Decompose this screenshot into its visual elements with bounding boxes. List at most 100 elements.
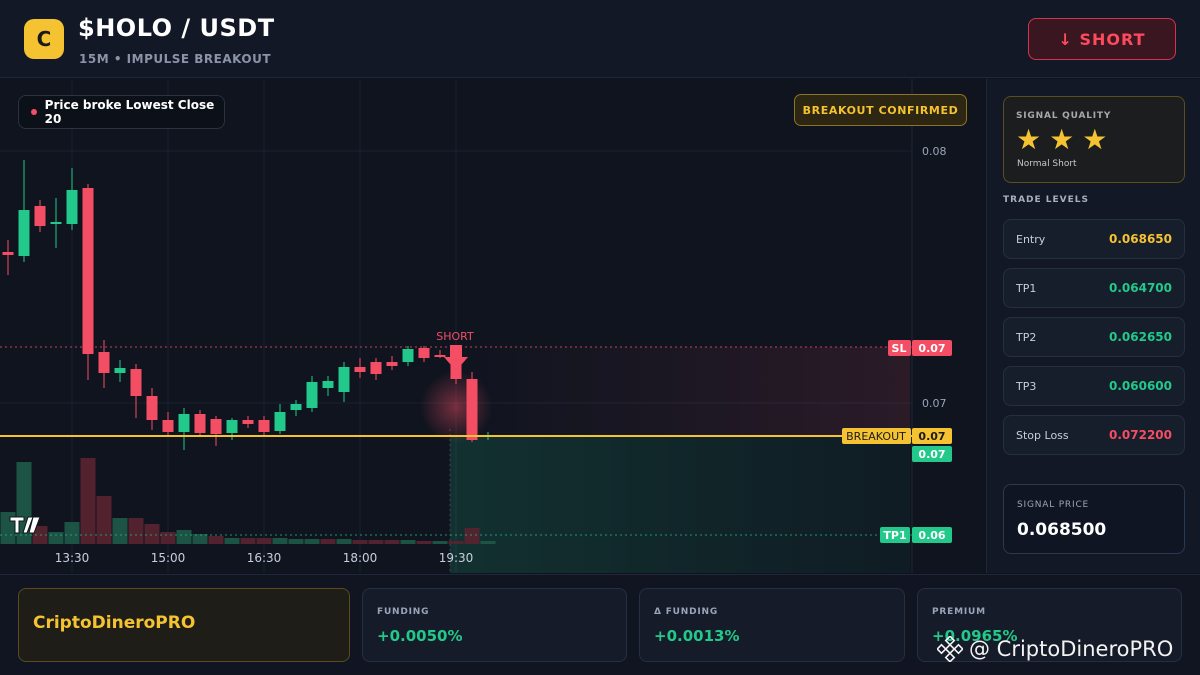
candle-body <box>98 352 110 373</box>
volume-bar <box>400 540 416 544</box>
candle-body <box>402 349 414 362</box>
alert-dot-icon <box>31 109 37 115</box>
pair-title: $HOLO / USDT <box>78 14 275 42</box>
volume-bars <box>0 458 496 544</box>
volume-bar <box>80 458 96 544</box>
level-name: TP2 <box>1016 331 1037 344</box>
volume-bar <box>96 496 112 544</box>
candles <box>2 160 494 450</box>
quality-stars: ★ ★ ★ <box>1016 124 1107 156</box>
volume-bar <box>64 522 80 544</box>
volume-bar <box>48 532 64 544</box>
chart-canvas[interactable]: SHORT 0.08 0.07 13:30 15:00 16:30 18:00 19:3… <box>0 79 985 573</box>
volume-bar <box>384 540 400 544</box>
delta-funding-card: Δ FUNDING +0.0013% <box>639 588 905 662</box>
candle-body <box>50 222 62 224</box>
candle-body <box>194 414 206 433</box>
x-tick-label: 18:00 <box>343 551 378 565</box>
svg-text:0.07: 0.07 <box>918 448 945 461</box>
candle-body <box>434 355 446 357</box>
x-tick-label: 15:00 <box>151 551 186 565</box>
short-button[interactable]: ↓ SHORT <box>1028 18 1176 60</box>
level-tp3: TP3 0.060600 <box>1003 366 1185 406</box>
candle-body <box>274 412 286 431</box>
quality-note: Normal Short <box>1017 159 1077 169</box>
x-tick-label: 13:30 <box>55 551 90 565</box>
short-marker-label: SHORT <box>436 330 474 343</box>
metric-value: +0.0050% <box>377 627 463 645</box>
volume-bar <box>288 539 304 544</box>
volume-bar <box>304 539 320 544</box>
star-icon: ★ <box>1049 123 1075 156</box>
coin-logo: C <box>24 19 64 59</box>
level-value: 0.060600 <box>1108 379 1172 393</box>
metric-label: FUNDING <box>377 607 430 617</box>
candle-body <box>130 369 142 396</box>
candle-body <box>34 206 46 226</box>
volume-bar <box>352 540 368 544</box>
volume-bar <box>272 538 288 544</box>
svg-text:0.07: 0.07 <box>918 342 945 355</box>
candle-body <box>210 419 222 434</box>
y-tick-label: 0.07 <box>922 397 947 410</box>
level-value: 0.064700 <box>1108 281 1172 295</box>
metric-value: +0.0013% <box>654 627 740 645</box>
candle-body <box>162 420 174 432</box>
sl-tag: SL 0.07 <box>888 340 952 356</box>
level-tp1: TP1 0.064700 <box>1003 268 1185 308</box>
volume-bar <box>128 518 144 544</box>
signal-price-value: 0.068500 <box>1017 520 1107 540</box>
breakout-tag: BREAKOUT 0.07 <box>842 428 952 444</box>
volume-bar <box>144 524 160 544</box>
star-icon: ★ <box>1016 123 1042 156</box>
breakout-notice: Price broke Lowest Close 20 <box>18 95 225 129</box>
volume-bar <box>320 539 336 544</box>
trade-levels-title: TRADE LEVELS <box>1003 195 1089 205</box>
volume-bar <box>112 518 128 544</box>
brand-card: CriptoDineroPRO <box>18 588 350 662</box>
level-value: 0.068650 <box>1108 232 1172 246</box>
volume-bar <box>208 536 224 544</box>
candle-body <box>418 348 430 358</box>
signal-price-card: SIGNAL PRICE 0.068500 <box>1003 484 1185 554</box>
x-tick-label: 16:30 <box>247 551 282 565</box>
volume-bar <box>368 540 384 544</box>
level-name: TP1 <box>1016 282 1037 295</box>
x-tick-label: 19:30 <box>439 551 474 565</box>
signal-quality-label: SIGNAL QUALITY <box>1016 111 1112 121</box>
timeframe-subtitle: 15M • IMPULSE BREAKOUT <box>79 52 272 66</box>
funding-card: FUNDING +0.0050% <box>362 588 627 662</box>
brand-name: CriptoDineroPRO <box>33 613 196 633</box>
volume-bar <box>432 541 448 544</box>
level-value: 0.062650 <box>1108 330 1172 344</box>
level-stop-loss: Stop Loss 0.072200 <box>1003 415 1185 455</box>
svg-text:SL: SL <box>892 342 907 355</box>
candle-body <box>114 368 126 373</box>
candle-body <box>226 420 238 433</box>
level-name: TP3 <box>1016 380 1037 393</box>
volume-bar <box>448 541 464 544</box>
star-icon: ★ <box>1082 123 1108 156</box>
volume-bar <box>480 541 496 544</box>
target-zone <box>450 436 910 573</box>
level-value: 0.072200 <box>1108 428 1172 442</box>
candle-body <box>370 362 382 374</box>
metric-label: Δ FUNDING <box>654 607 719 617</box>
tp1-tag: TP1 0.06 <box>880 527 952 543</box>
volume-bar <box>176 530 192 544</box>
metric-label: PREMIUM <box>932 607 986 617</box>
svg-text:0.07: 0.07 <box>918 430 945 443</box>
stop-zone <box>450 347 910 436</box>
volume-bar <box>336 539 352 544</box>
breakout-notice-text: Price broke Lowest Close 20 <box>44 98 215 126</box>
candle-body <box>290 404 302 410</box>
candle-body <box>386 362 398 366</box>
header: C $HOLO / USDT 15M • IMPULSE BREAKOUT ↓ … <box>0 0 1200 78</box>
candle-body <box>306 382 318 408</box>
price-chart[interactable]: SHORT 0.08 0.07 13:30 15:00 16:30 18:00 19:3… <box>0 79 985 573</box>
level-name: Entry <box>1016 233 1046 246</box>
svg-text:TP1: TP1 <box>883 529 906 542</box>
volume-bar <box>256 538 272 544</box>
level-tp2: TP2 0.062650 <box>1003 317 1185 357</box>
candle-body <box>18 210 30 256</box>
